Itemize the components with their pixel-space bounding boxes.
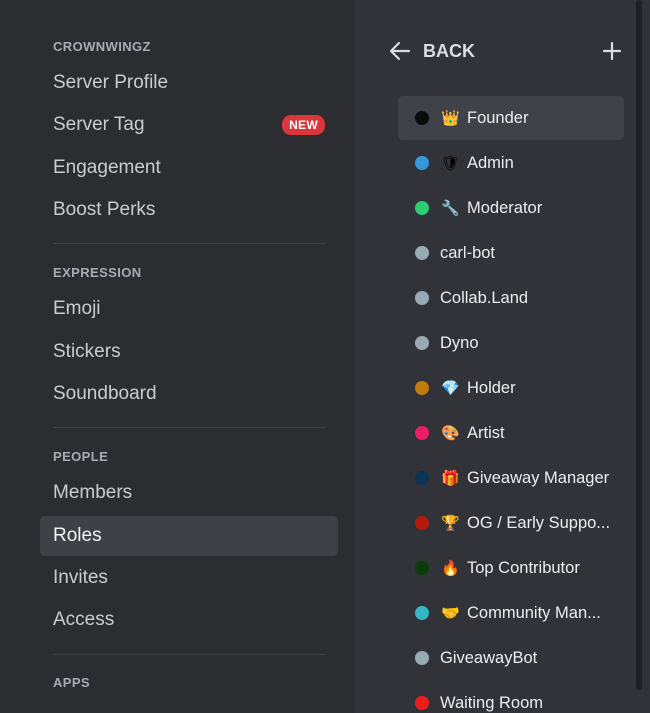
section-divider: [53, 427, 325, 428]
role-item[interactable]: 🔧 Moderator: [398, 186, 624, 230]
role-name: carl-bot: [440, 243, 496, 262]
sidebar-item-label: Boost Perks: [53, 199, 156, 220]
role-item[interactable]: 🎨 Artist: [398, 411, 624, 455]
role-item[interactable]: Waiting Room: [398, 681, 624, 713]
role-list: 👑 Founder 🛡 Admin 🔧 Moderator carl-bot Collab.L…: [398, 96, 624, 713]
sidebar-item-label: Access: [53, 609, 115, 630]
role-item[interactable]: 🔥 Top Contributor: [398, 546, 624, 590]
role-item[interactable]: GiveawayBot: [398, 636, 624, 680]
role-emoji-icon: 🔧: [441, 200, 460, 217]
role-name: Waiting Room: [440, 693, 544, 712]
role-color-dot: [415, 111, 429, 125]
role-name: Community Man...: [467, 603, 601, 622]
role-name: GiveawayBot: [440, 648, 538, 667]
role-emoji-icon: 🤝: [441, 605, 460, 622]
section-header-apps: APPS: [53, 675, 91, 690]
roles-panel: BACK 👑 Founder 🛡 Admin 🔧 Moderator carl-bot Col…: [355, 0, 650, 713]
role-emoji-icon: 🏆: [441, 515, 460, 532]
sidebar-item-label: Members: [53, 482, 133, 503]
section-divider: [53, 243, 325, 244]
role-name: Moderator: [467, 198, 543, 217]
role-color-dot: [415, 336, 429, 350]
section-header-server: CROWNWINGZ: [53, 39, 151, 54]
sidebar-item-label: Invites: [53, 567, 108, 588]
role-item[interactable]: Collab.Land: [398, 276, 624, 320]
sidebar-item-label: Stickers: [53, 341, 121, 362]
section-divider: [53, 654, 325, 655]
scrollbar[interactable]: [636, 0, 642, 690]
role-name: OG / Early Suppo...: [467, 513, 611, 532]
role-color-dot: [415, 291, 429, 305]
settings-sidebar: CROWNWINGZ Server Profile Server Tag NEW…: [0, 0, 355, 713]
role-item[interactable]: carl-bot: [398, 231, 624, 275]
arrow-left-icon: [389, 41, 411, 61]
sidebar-item-emoji[interactable]: Emoji: [40, 289, 338, 329]
sidebar-item-label: Emoji: [53, 298, 101, 319]
sidebar-item-stickers[interactable]: Stickers: [40, 332, 338, 372]
role-name: Holder: [467, 378, 516, 397]
role-item[interactable]: 🤝 Community Man...: [398, 591, 624, 635]
plus-icon: [602, 41, 622, 61]
role-color-dot: [415, 696, 429, 710]
role-color-dot: [415, 561, 429, 575]
sidebar-item-engagement[interactable]: Engagement: [40, 148, 338, 188]
role-emoji-icon: 👑: [441, 110, 460, 127]
role-item[interactable]: 🛡 Admin: [398, 141, 624, 185]
sidebar-item-invites[interactable]: Invites: [40, 558, 338, 598]
role-emoji-icon: 🎨: [441, 425, 460, 442]
sidebar-item-label: Roles: [53, 525, 102, 546]
role-emoji-icon: 💎: [441, 380, 460, 397]
role-color-dot: [415, 606, 429, 620]
sidebar-item-roles[interactable]: Roles: [40, 516, 338, 556]
new-badge: NEW: [282, 115, 325, 135]
sidebar-item-soundboard[interactable]: Soundboard: [40, 374, 338, 414]
sidebar-item-members[interactable]: Members: [40, 473, 338, 513]
role-emoji-icon: 🔥: [441, 560, 460, 577]
role-item[interactable]: 🎁 Giveaway Manager: [398, 456, 624, 500]
sidebar-item-label: Engagement: [53, 157, 161, 178]
role-name: Artist: [467, 423, 505, 442]
sidebar-item-label: Soundboard: [53, 383, 157, 404]
role-name: Collab.Land: [440, 288, 529, 307]
role-emoji-icon: 🛡: [441, 155, 461, 172]
role-name: Giveaway Manager: [467, 468, 610, 487]
section-header-people: PEOPLE: [53, 449, 109, 464]
sidebar-item-server-profile[interactable]: Server Profile: [40, 63, 338, 103]
section-header-expression: EXPRESSION: [53, 265, 142, 280]
role-item[interactable]: 🏆 OG / Early Suppo...: [398, 501, 624, 545]
sidebar-item-access[interactable]: Access: [40, 600, 338, 640]
role-color-dot: [415, 426, 429, 440]
role-emoji-icon: 🎁: [441, 470, 460, 487]
role-item[interactable]: Dyno: [398, 321, 624, 365]
role-name: Dyno: [440, 333, 479, 352]
sidebar-item-server-tag[interactable]: Server Tag NEW: [40, 105, 338, 145]
role-name: Admin: [467, 153, 514, 172]
role-item[interactable]: 👑 Founder: [398, 96, 624, 140]
role-color-dot: [415, 156, 429, 170]
role-name: Top Contributor: [467, 558, 580, 577]
role-color-dot: [415, 651, 429, 665]
role-color-dot: [415, 471, 429, 485]
back-button[interactable]: BACK: [389, 37, 475, 65]
role-color-dot: [415, 201, 429, 215]
role-name: Founder: [467, 108, 529, 127]
role-color-dot: [415, 381, 429, 395]
role-item[interactable]: 💎 Holder: [398, 366, 624, 410]
add-role-button[interactable]: [600, 39, 624, 63]
sidebar-item-label: Server Tag: [53, 114, 145, 135]
sidebar-item-boost-perks[interactable]: Boost Perks: [40, 190, 338, 230]
sidebar-item-label: Server Profile: [53, 72, 169, 93]
role-color-dot: [415, 516, 429, 530]
back-label: BACK: [423, 40, 475, 61]
role-color-dot: [415, 246, 429, 260]
